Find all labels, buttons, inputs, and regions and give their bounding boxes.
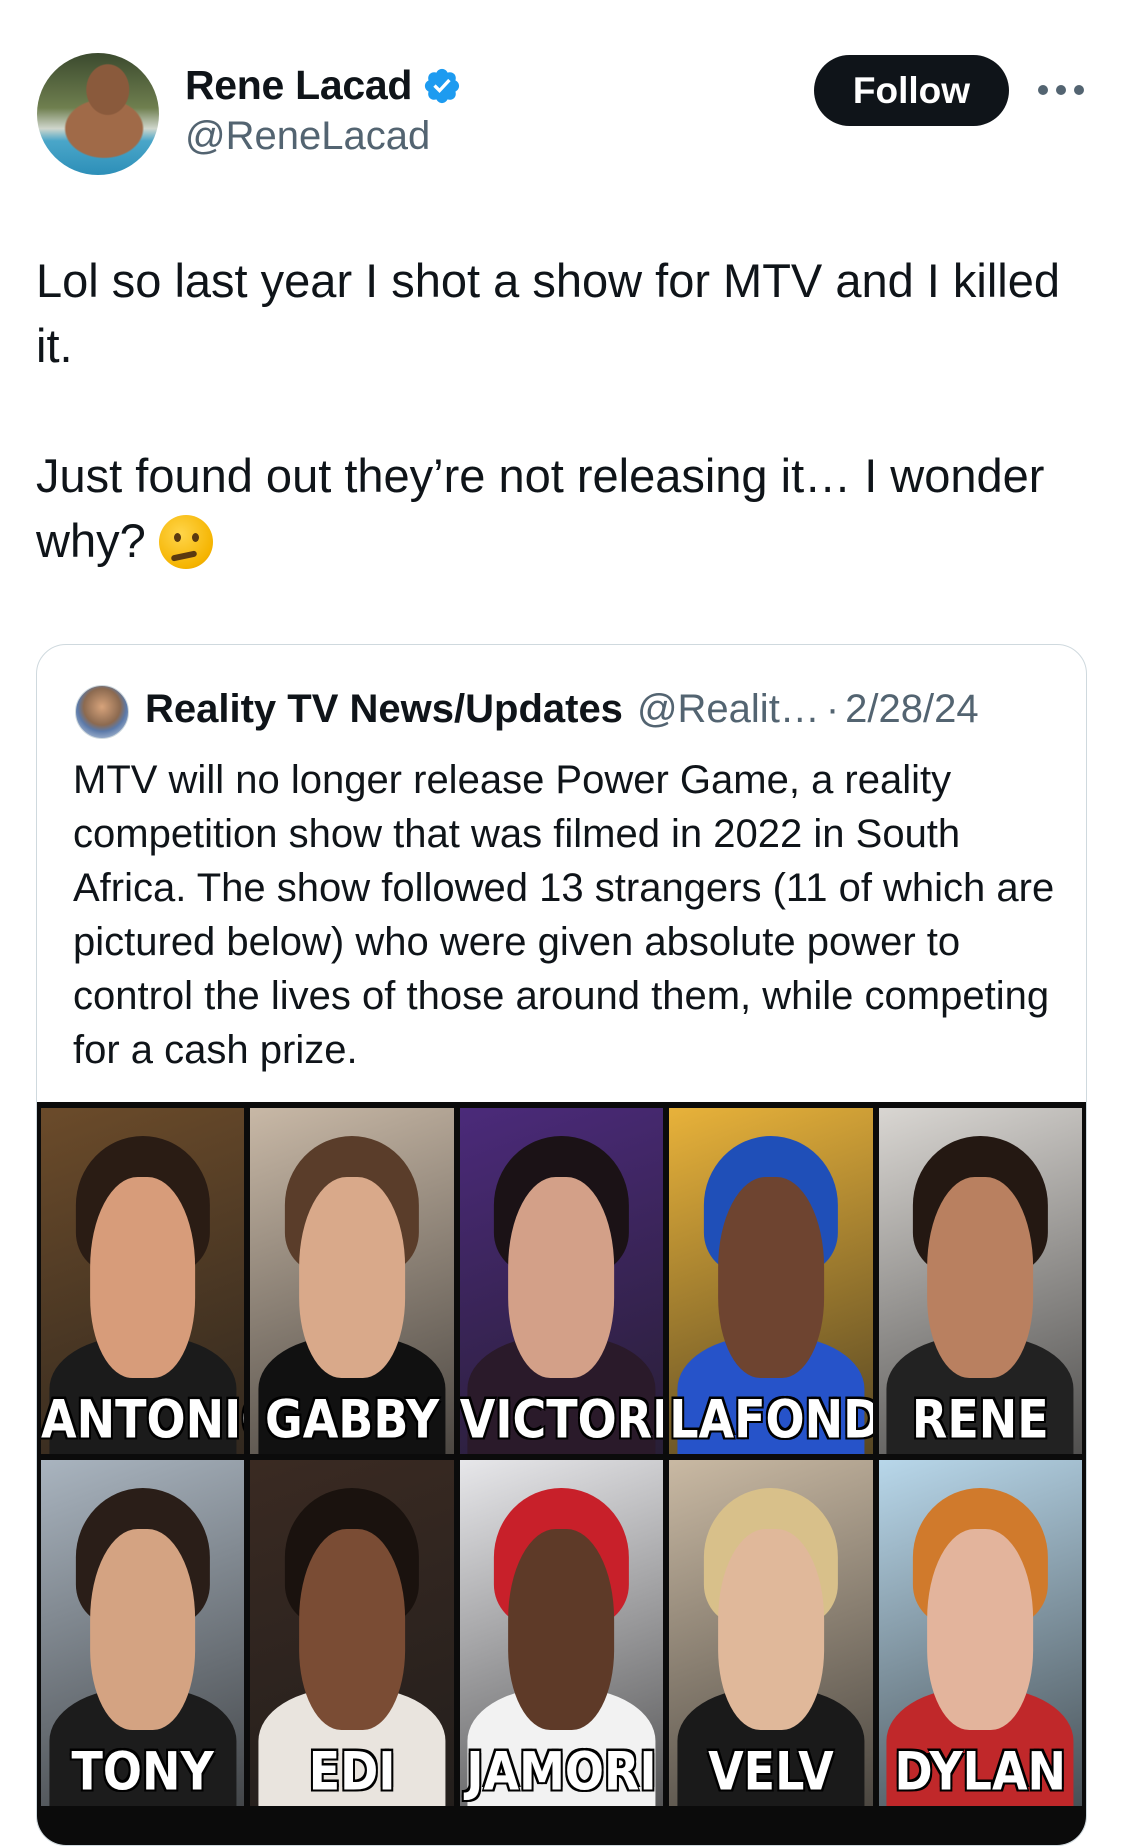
cast-face xyxy=(89,1177,196,1378)
author-handle[interactable]: @ReneLacad xyxy=(185,114,430,159)
cast-photo: RENE xyxy=(878,1108,1082,1454)
verified-badge-icon xyxy=(425,68,460,103)
cast-name-label: EDI xyxy=(308,1739,396,1803)
dot xyxy=(1038,85,1048,95)
quote-author-name[interactable]: Reality TV News/Updates xyxy=(145,687,623,732)
cast-name-label: RENE xyxy=(911,1387,1049,1451)
cast-photo: EDI xyxy=(250,1460,454,1806)
cast-face xyxy=(508,1177,615,1378)
quote-date[interactable]: 2/28/24 xyxy=(845,687,978,732)
cast-name-label: LAFONDA xyxy=(669,1387,872,1451)
quote-author-avatar[interactable] xyxy=(75,685,129,739)
cast-name-label: VICTORIA xyxy=(459,1387,663,1451)
cast-name-label: GABBY xyxy=(264,1387,440,1451)
cast-photo: JAMORI xyxy=(459,1460,664,1806)
cast-face xyxy=(718,1529,824,1730)
cast-name-label: DYLAN xyxy=(894,1739,1067,1803)
cast-face xyxy=(299,1177,405,1378)
cast-photo: TONY xyxy=(41,1460,245,1806)
quote-text: MTV will no longer release Power Game, a… xyxy=(73,758,1055,1072)
author-display-name[interactable]: Rene Lacad xyxy=(185,62,412,109)
cast-photo-grid[interactable]: ANTONIO GABBY VICTORIALAFONDA RENE TONY EDI JA… xyxy=(37,1102,1086,1845)
quote-author-handle[interactable]: @Realit… xyxy=(637,687,820,732)
cast-name-label: ANTONIO xyxy=(41,1387,244,1451)
cast-photo: DYLAN xyxy=(878,1460,1082,1806)
tweet-text: Lol so last year I shot a show for MTV a… xyxy=(36,248,1096,573)
cast-name-label: TONY xyxy=(71,1739,214,1803)
dot xyxy=(1056,85,1066,95)
author-avatar[interactable] xyxy=(37,53,159,175)
cast-face xyxy=(508,1529,615,1730)
cast-face xyxy=(927,1177,1034,1378)
cast-face xyxy=(718,1177,824,1378)
author-name-row: Rene Lacad xyxy=(185,62,462,109)
dot xyxy=(1074,85,1084,95)
quote-header: Reality TV News/Updates @Realit… · 2/28/… xyxy=(145,687,979,732)
cast-photo: LAFONDA xyxy=(669,1108,873,1454)
cast-face xyxy=(89,1529,196,1730)
cast-face xyxy=(927,1529,1034,1730)
cast-photo: VELV xyxy=(669,1460,873,1806)
cast-photo: VICTORIA xyxy=(459,1108,664,1454)
more-horizontal-icon[interactable] xyxy=(1038,80,1084,100)
quoted-tweet-card[interactable]: Reality TV News/Updates @Realit… · 2/28/… xyxy=(36,644,1087,1846)
cast-photo: GABBY xyxy=(250,1108,454,1454)
cast-photo: ANTONIO xyxy=(41,1108,245,1454)
cast-name-label: VELV xyxy=(708,1739,834,1803)
thinking-face-icon xyxy=(158,515,213,569)
follow-button[interactable]: Follow xyxy=(814,55,1009,126)
quote-separator: · xyxy=(825,687,840,731)
cast-name-label: JAMORI xyxy=(466,1739,657,1803)
cast-face xyxy=(299,1529,405,1730)
